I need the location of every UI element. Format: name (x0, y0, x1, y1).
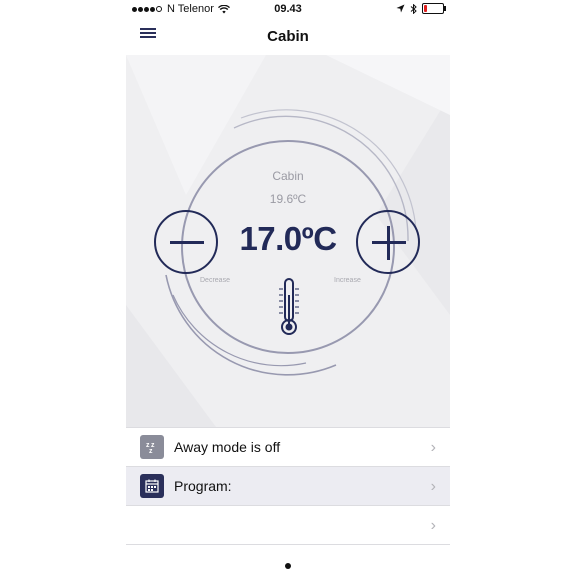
bluetooth-icon (410, 3, 417, 14)
page-dot-active (285, 563, 291, 569)
program-label: Program: (174, 478, 232, 494)
svg-text:z: z (149, 448, 153, 455)
list-item-program[interactable]: Program: › (126, 466, 450, 505)
navigation-bar: Cabin (126, 18, 450, 56)
list-item-empty[interactable]: › (126, 505, 450, 545)
decrease-temperature-button[interactable] (154, 210, 218, 274)
battery-low-icon (422, 3, 446, 14)
thermostat-panel: Cabin 19.6ºC 17.0ºC Decrease Increase (126, 55, 450, 427)
away-mode-label: Away mode is off (174, 439, 281, 455)
thermometer-icon (279, 278, 299, 335)
chevron-right-icon: › (430, 478, 436, 495)
calendar-icon (140, 474, 164, 498)
chevron-right-icon: › (430, 439, 436, 456)
page-indicator[interactable] (126, 556, 450, 574)
settings-list: zzz Away mode is off › Program: › › (126, 427, 450, 545)
plus-icon-vertical (387, 226, 390, 260)
minus-icon (170, 241, 204, 244)
location-icon (396, 4, 405, 13)
room-name: Cabin (272, 169, 304, 183)
sleep-zz-icon: zzz (140, 435, 164, 459)
status-bar: N Telenor 09.43 (126, 0, 450, 18)
increase-label: Increase (334, 277, 361, 284)
increase-temperature-button[interactable] (356, 210, 420, 274)
list-item-away-mode[interactable]: zzz Away mode is off › (126, 427, 450, 466)
app-screen: N Telenor 09.43 Cabin Cabin 19.6ºC 17.0º… (126, 0, 450, 576)
decrease-label: Decrease (200, 277, 230, 284)
status-right (396, 3, 446, 14)
current-temperature: 19.6ºC (269, 192, 307, 206)
page-title: Cabin (267, 28, 309, 45)
chevron-right-icon: › (430, 517, 436, 534)
battery-level (424, 5, 427, 12)
setpoint-temperature: 17.0ºC (239, 220, 337, 257)
